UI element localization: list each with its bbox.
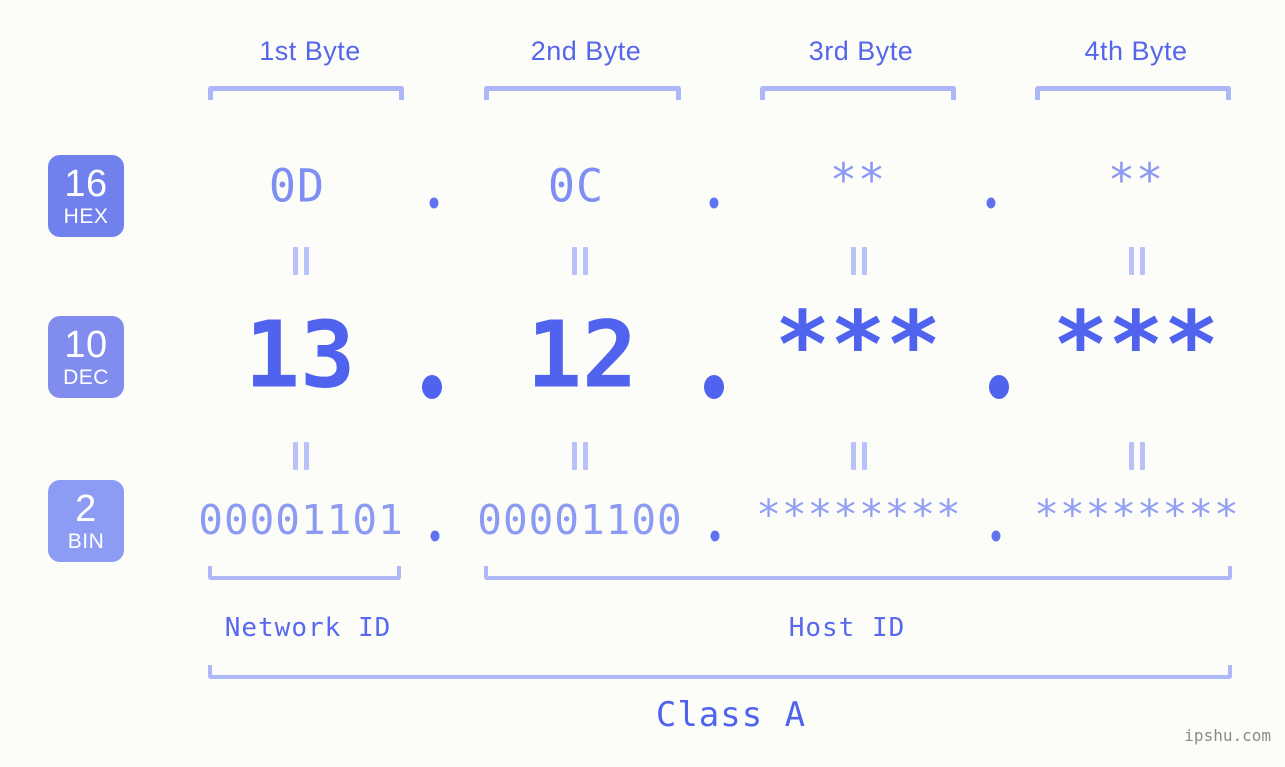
class-bracket: [208, 665, 1232, 679]
ip-address-breakdown-diagram: 1st Byte 2nd Byte 3rd Byte 4th Byte 16 H…: [0, 0, 1285, 767]
dec-value-byte-1: 13: [244, 301, 356, 409]
radix-badge-hex-number: 16: [64, 163, 108, 205]
dec-separator-2: [704, 375, 724, 399]
bin-value-byte-2: 00001100: [477, 496, 683, 544]
dec-value-byte-3: ***: [774, 291, 942, 399]
equals-connector-hex-dec-2: [572, 247, 588, 275]
bin-value-byte-1: 00001101: [198, 496, 404, 544]
bin-value-byte-4: ********: [1034, 491, 1240, 539]
hex-value-byte-2: 0C: [547, 159, 605, 213]
bin-separator-1: [430, 530, 440, 542]
equals-connector-dec-bin-4: [1129, 442, 1145, 470]
bin-separator-3: [991, 530, 1001, 542]
radix-badge-bin: 2 BIN: [48, 480, 124, 562]
column-bracket-2nd-byte: [484, 86, 681, 100]
radix-badge-bin-number: 2: [75, 488, 97, 530]
dec-separator-1: [422, 375, 442, 399]
hex-separator-3: [986, 197, 996, 209]
equals-connector-hex-dec-3: [851, 247, 867, 275]
section-label-network-id: Network ID: [224, 613, 392, 643]
hex-separator-2: [709, 197, 719, 209]
column-bracket-1st-byte: [208, 86, 404, 100]
dec-value-byte-2: 12: [526, 301, 638, 409]
equals-connector-hex-dec-1: [293, 247, 309, 275]
radix-badge-dec: 10 DEC: [48, 316, 124, 398]
equals-connector-hex-dec-4: [1129, 247, 1145, 275]
hex-separator-1: [429, 197, 439, 209]
column-header-1st-byte: 1st Byte: [259, 36, 361, 66]
radix-badge-dec-number: 10: [64, 324, 108, 366]
equals-connector-dec-bin-2: [572, 442, 588, 470]
radix-badge-bin-name: BIN: [67, 530, 105, 553]
hex-value-byte-3: **: [829, 153, 887, 207]
radix-badge-dec-name: DEC: [63, 366, 109, 389]
radix-badge-hex: 16 HEX: [48, 155, 124, 237]
dec-value-byte-4: ***: [1052, 291, 1220, 399]
column-header-3rd-byte: 3rd Byte: [808, 36, 914, 66]
equals-connector-dec-bin-1: [293, 442, 309, 470]
column-bracket-4th-byte: [1035, 86, 1231, 100]
watermark: ipshu.com: [1184, 726, 1271, 745]
column-header-4th-byte: 4th Byte: [1084, 36, 1188, 66]
bin-separator-2: [710, 530, 720, 542]
section-bracket-network-id: [208, 566, 401, 580]
column-bracket-3rd-byte: [760, 86, 956, 100]
equals-connector-dec-bin-3: [851, 442, 867, 470]
dec-separator-3: [989, 375, 1009, 399]
radix-badge-hex-name: HEX: [63, 205, 109, 228]
section-bracket-host-id: [484, 566, 1232, 580]
section-label-host-id: Host ID: [788, 613, 906, 643]
bin-value-byte-3: ********: [756, 491, 962, 539]
column-header-2nd-byte: 2nd Byte: [530, 36, 642, 66]
hex-value-byte-4: **: [1107, 153, 1165, 207]
class-label: Class A: [655, 695, 807, 735]
hex-value-byte-1: 0D: [268, 159, 326, 213]
